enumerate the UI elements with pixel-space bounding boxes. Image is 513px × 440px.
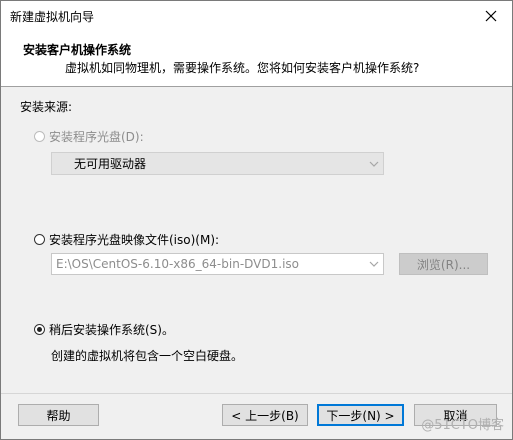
window-title: 新建虚拟机向导 [10, 10, 95, 24]
browse-button[interactable]: 浏览(R)... [399, 253, 488, 275]
next-button[interactable]: 下一步(N) > [317, 404, 404, 426]
radio-iso-image[interactable]: 安装程序光盘映像文件(iso)(M): [34, 231, 219, 248]
back-button[interactable]: < 上一步(B) [222, 404, 308, 426]
radio-disc-circle [34, 131, 45, 142]
page-subtitle: 虚拟机如同物理机，需要操作系统。您将如何安装客户机操作系统? [65, 61, 420, 75]
title-bar: 新建虚拟机向导 [1, 1, 512, 31]
footer-divider [1, 393, 512, 394]
disc-drive-value: 无可用驱动器 [74, 157, 147, 171]
close-button[interactable] [478, 3, 504, 29]
disc-drive-dropdown[interactable]: 无可用驱动器 [51, 152, 384, 175]
radio-iso-label: 安装程序光盘映像文件(iso)(M): [49, 233, 220, 247]
iso-path-value: E:\OS\CentOS-6.10-x86_64-bin-DVD1.iso [56, 257, 299, 271]
help-button[interactable]: 帮助 [18, 404, 99, 426]
radio-installer-disc[interactable]: 安装程序光盘(D): [34, 128, 144, 145]
radio-iso-circle [34, 234, 45, 245]
new-vm-wizard-window: 新建虚拟机向导 安装客户机操作系统 虚拟机如同物理机，需要操作系统。您将如何安装… [0, 0, 513, 440]
install-later-description: 创建的虚拟机将包含一个空白硬盘。 [51, 349, 244, 363]
radio-disc-label: 安装程序光盘(D): [49, 130, 144, 144]
radio-later-circle [34, 324, 45, 335]
close-icon [485, 10, 497, 22]
chevron-down-icon [365, 153, 383, 174]
iso-path-combobox[interactable]: E:\OS\CentOS-6.10-x86_64-bin-DVD1.iso [51, 253, 384, 275]
radio-later-label: 稍后安装操作系统(S)。 [49, 323, 174, 337]
chevron-down-icon [365, 254, 383, 274]
page-title: 安装客户机操作系统 [23, 43, 132, 57]
watermark-text: @51CTO博客 [421, 418, 504, 433]
wizard-header: 安装客户机操作系统 虚拟机如同物理机，需要操作系统。您将如何安装客户机操作系统? [1, 31, 512, 87]
install-source-label: 安装来源: [20, 100, 73, 114]
radio-install-later[interactable]: 稍后安装操作系统(S)。 [34, 321, 174, 338]
